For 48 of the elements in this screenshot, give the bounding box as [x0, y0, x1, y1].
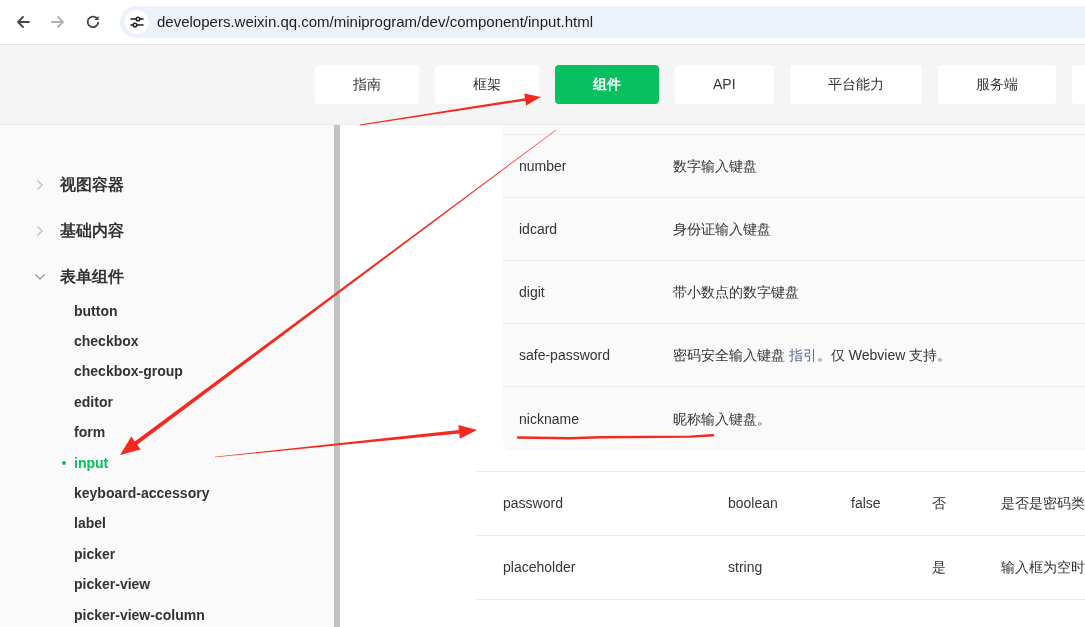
- url-text[interactable]: developers.weixin.qq.com/miniprogram/dev/component/input.html: [157, 10, 594, 34]
- table-cell: boolean: [728, 495, 778, 511]
- sidebar-category[interactable]: 视图容器: [60, 173, 124, 197]
- sidebar-item[interactable]: button: [74, 300, 118, 322]
- sidebar-item[interactable]: label: [74, 513, 106, 535]
- table-cell: password: [503, 495, 563, 511]
- sidebar-category[interactable]: 表单组件: [60, 265, 124, 289]
- sidebar-item[interactable]: picker-view: [74, 574, 151, 596]
- nav-tab[interactable]: 服务端: [937, 65, 1056, 104]
- table-cell-text: 昵称输入键盘。: [673, 409, 771, 429]
- table-cell: string: [728, 559, 763, 575]
- sidebar-item[interactable]: checkbox: [74, 331, 139, 353]
- sidebar-item[interactable]: form: [74, 422, 106, 444]
- table-cell: 否: [932, 495, 946, 511]
- sidebar-item[interactable]: editor: [74, 391, 113, 413]
- sidebar-item[interactable]: checkbox-group: [74, 361, 183, 383]
- nav-tab[interactable]: 框架: [435, 65, 539, 104]
- table-cell: number: [519, 157, 567, 174]
- chevron-down-icon[interactable]: [34, 273, 46, 281]
- table-cell: digit: [519, 283, 545, 300]
- table-cell-text: 身份证输入键盘: [673, 219, 771, 239]
- nav-tab[interactable]: 平台能力: [789, 65, 922, 104]
- address-bar[interactable]: developers.weixin.qq.com/miniprogram/dev/component/input.html: [120, 6, 1085, 38]
- table-cell: 输入框为空时: [1001, 559, 1085, 575]
- chevron-right-icon[interactable]: [36, 179, 44, 191]
- sidebar-category[interactable]: 基础内容: [60, 219, 124, 243]
- table-cell-text: 数字输入键盘: [673, 156, 757, 176]
- arrow-right-icon: [49, 14, 66, 30]
- table-cell: idcard: [519, 220, 558, 237]
- table-cell: 是否是密码类: [1001, 495, 1085, 511]
- sidebar-item[interactable]: keyboard-accessory: [74, 483, 210, 505]
- table-cell: safe-password: [519, 346, 611, 363]
- nav-tab[interactable]: API: [675, 65, 774, 104]
- table-cell-text: 带小数点的数字键盘: [673, 282, 799, 302]
- chevron-right-icon[interactable]: [36, 225, 44, 237]
- table-cell: false: [851, 495, 881, 511]
- table-cell: 是: [932, 559, 946, 575]
- nav-tab[interactable]: 指南: [315, 65, 419, 104]
- reload-icon: [84, 14, 101, 30]
- table-cell: nickname: [519, 410, 579, 427]
- guide-link[interactable]: 指引: [788, 346, 817, 363]
- table-cell: placeholder: [503, 559, 576, 575]
- sliders-icon: [130, 16, 144, 28]
- arrow-left-icon: [14, 14, 31, 30]
- site-info-button[interactable]: [125, 10, 149, 34]
- table-cell-text: 密码安全输入键盘 指引。仅 Webview 支持。: [673, 345, 952, 365]
- sidebar-item[interactable]: picker-view-column: [74, 604, 205, 626]
- sidebar-item[interactable]: picker: [74, 543, 116, 565]
